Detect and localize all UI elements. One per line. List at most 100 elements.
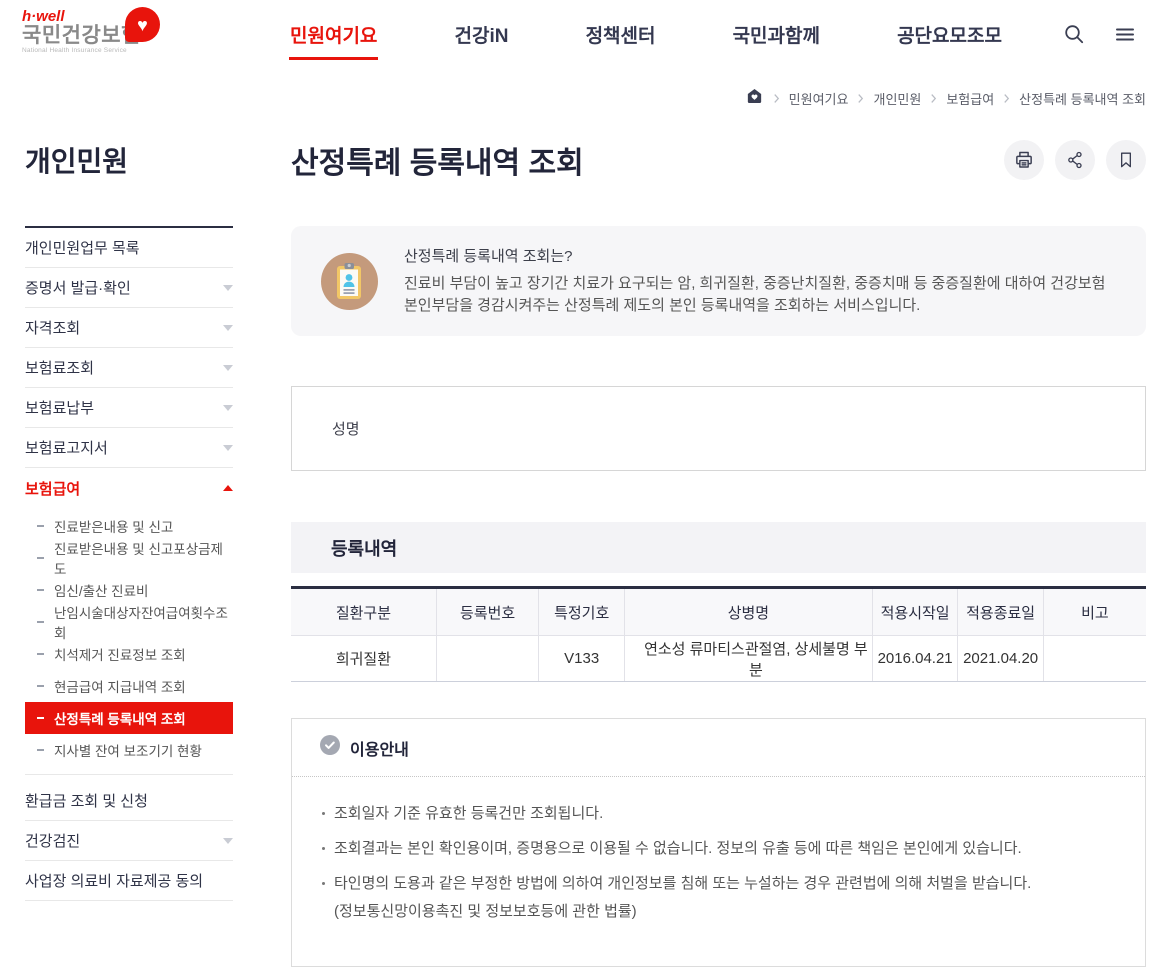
cell-start-date: 2016.04.21: [872, 636, 958, 682]
page-layout: 개인민원 개인민원업무 목록 증명서 발급·확인 자격조회 보험료조회 보험료납…: [0, 72, 1173, 967]
home-icon[interactable]: [745, 87, 764, 109]
breadcrumb-separator-icon: [1003, 93, 1010, 104]
sidebar-item-insurance-benefits[interactable]: 보험급여: [25, 468, 233, 508]
nav-policy-center[interactable]: 정책센터: [585, 13, 657, 60]
col-end-date: 적용종료일: [958, 588, 1044, 636]
sidebar-item-health-checkup[interactable]: 건강검진: [25, 821, 233, 861]
main-content: 산정특례 등록내역 조회: [291, 110, 1146, 967]
chevron-down-icon: [223, 285, 233, 291]
registration-table: 질환구분 등록번호 특정기호 상병명 적용시작일 적용종료일 비고 희귀질환 V…: [291, 586, 1146, 682]
nav-health-in[interactable]: 건강iN: [454, 13, 510, 60]
col-special-code: 특정기호: [539, 588, 625, 636]
bullet-dot-icon: [322, 847, 325, 850]
sidebar-item-task-list[interactable]: 개인민원업무 목록: [25, 228, 233, 268]
breadcrumb-separator-icon: [773, 93, 780, 104]
chevron-down-icon: [223, 445, 233, 451]
nav-with-people[interactable]: 국민과함께: [732, 13, 821, 60]
col-disease-type: 질환구분: [291, 588, 436, 636]
subitem-report-reward[interactable]: 진료받은내용 및 신고포상금제도: [25, 542, 233, 574]
bookmark-icon[interactable]: [1106, 140, 1146, 180]
chevron-down-icon: [223, 365, 233, 371]
breadcrumb-item[interactable]: 개인민원: [873, 89, 921, 108]
subitem-special-case-inquiry[interactable]: 산정특례 등록내역 조회: [25, 702, 233, 734]
subitem-cash-benefit[interactable]: 현금급여 지급내역 조회: [25, 670, 233, 702]
cell-disease-type: 희귀질환: [291, 636, 436, 682]
nav-minwon[interactable]: 민원여기요: [289, 13, 378, 60]
sidebar-item-refund[interactable]: 환급금 조회 및 신청: [25, 781, 233, 821]
breadcrumb-separator-icon: [857, 93, 864, 104]
usage-note: 조회결과는 본인 확인용이며, 증명용으로 이용될 수 없습니다. 정보의 유출…: [320, 838, 1115, 859]
sidebar: 개인민원 개인민원업무 목록 증명서 발급·확인 자격조회 보험료조회 보험료납…: [25, 110, 233, 967]
service-info-text: 산정특례 등록내역 조회는? 진료비 부담이 높고 장기간 치료가 요구되는 암…: [404, 245, 1116, 317]
usage-guide-body: 조회일자 기준 유효한 등록건만 조회됩니다. 조회결과는 본인 확인용이며, …: [292, 777, 1145, 966]
search-icon[interactable]: [1062, 22, 1086, 46]
service-info-box: 산정특례 등록내역 조회는? 진료비 부담이 높고 장기간 치료가 요구되는 암…: [291, 226, 1146, 336]
cell-end-date: 2021.04.20: [958, 636, 1044, 682]
logo-subtitle: National Health Insurance Service: [22, 47, 172, 54]
page-title: 산정특례 등록내역 조회: [291, 138, 584, 182]
bullet-dot-icon: [322, 882, 325, 885]
col-start-date: 적용시작일: [872, 588, 958, 636]
usage-note: 조회일자 기준 유효한 등록건만 조회됩니다.: [320, 803, 1115, 824]
name-field-label: 성명: [332, 418, 360, 439]
bullet-dot-icon: [322, 812, 325, 815]
service-info-title: 산정특례 등록내역 조회는?: [404, 245, 1116, 266]
dash-icon: [37, 557, 44, 559]
subitem-scaling-info[interactable]: 치석제거 진료정보 조회: [25, 638, 233, 670]
cell-registration-no: [436, 636, 539, 682]
logo-heart-icon: ♥: [125, 7, 160, 42]
registration-section-title: 등록내역: [331, 535, 397, 561]
page-title-row: 산정특례 등록내역 조회: [291, 138, 1146, 182]
sidebar-item-premium-payment[interactable]: 보험료납부: [25, 388, 233, 428]
chevron-down-icon: [223, 838, 233, 844]
cell-special-code: V133: [539, 636, 625, 682]
sidebar-item-eligibility[interactable]: 자격조회: [25, 308, 233, 348]
name-field-row[interactable]: 성명: [291, 386, 1146, 471]
sidebar-benefit-submenu: 진료받은내용 및 신고 진료받은내용 및 신고포상금제도 임신/출산 진료비 난…: [25, 508, 233, 775]
chevron-up-icon: [223, 485, 233, 491]
site-header: h·well 국민건강보험 National Health Insurance …: [0, 0, 1173, 72]
table-row: 희귀질환 V133 연소성 류마티스관절염, 상세불명 부분 2016.04.2…: [291, 636, 1146, 682]
dash-icon: [37, 525, 44, 527]
breadcrumb-item[interactable]: 민원여기요: [789, 89, 849, 108]
sidebar-item-premium-notice[interactable]: 보험료고지서: [25, 428, 233, 468]
sidebar-title: 개인민원: [25, 140, 233, 180]
breadcrumb-item-current: 산정특례 등록내역 조회: [1019, 89, 1146, 108]
chevron-down-icon: [223, 325, 233, 331]
chevron-down-icon: [223, 405, 233, 411]
menu-icon[interactable]: [1113, 22, 1137, 46]
service-info-body: 진료비 부담이 높고 장기간 치료가 요구되는 암, 희귀질환, 중증난치질환,…: [404, 273, 1116, 317]
site-logo[interactable]: h·well 국민건강보험 National Health Insurance …: [22, 9, 172, 54]
clipboard-icon: [321, 253, 378, 310]
print-icon[interactable]: [1004, 140, 1044, 180]
dash-icon: [37, 685, 44, 687]
usage-note-sub: (정보통신망이용촉진 및 정보보호등에 관한 법률): [334, 901, 1031, 922]
usage-guide-title: 이용안내: [350, 736, 409, 760]
col-disease-name: 상병명: [624, 588, 872, 636]
global-nav: 민원여기요 건강iN 정책센터 국민과함께 공단요모조모: [289, 0, 1003, 72]
cell-remarks: [1043, 636, 1146, 682]
dash-icon: [37, 653, 44, 655]
check-circle-icon: [320, 735, 340, 760]
cell-disease-name: 연소성 류마티스관절염, 상세불명 부분: [624, 636, 872, 682]
col-remarks: 비고: [1043, 588, 1146, 636]
dash-icon: [37, 589, 44, 591]
breadcrumb-separator-icon: [930, 93, 937, 104]
dash-icon: [37, 749, 44, 751]
page-actions: [1004, 140, 1146, 180]
dash-icon: [37, 621, 44, 623]
usage-guide-header: 이용안내: [292, 719, 1145, 777]
subitem-fertility-count[interactable]: 난임시술대상자잔여급여횟수조회: [25, 606, 233, 638]
sidebar-item-workplace-consent[interactable]: 사업장 의료비 자료제공 동의: [25, 861, 233, 901]
share-icon[interactable]: [1055, 140, 1095, 180]
usage-note: 타인명의 도용과 같은 부정한 방법에 의하여 개인정보를 침해 또는 누설하는…: [320, 873, 1115, 922]
dash-icon: [37, 717, 44, 719]
sidebar-item-certificates[interactable]: 증명서 발급·확인: [25, 268, 233, 308]
subitem-assistive-devices[interactable]: 지사별 잔여 보조기기 현황: [25, 734, 233, 766]
header-utility: [1062, 22, 1137, 46]
registration-section-bar: 등록내역: [291, 522, 1146, 573]
breadcrumb-item[interactable]: 보험급여: [946, 89, 994, 108]
breadcrumb: 민원여기요 개인민원 보험급여 산정특례 등록내역 조회: [745, 87, 1146, 109]
sidebar-item-premium-inquiry[interactable]: 보험료조회: [25, 348, 233, 388]
nav-about-nhis[interactable]: 공단요모조모: [896, 13, 1003, 60]
